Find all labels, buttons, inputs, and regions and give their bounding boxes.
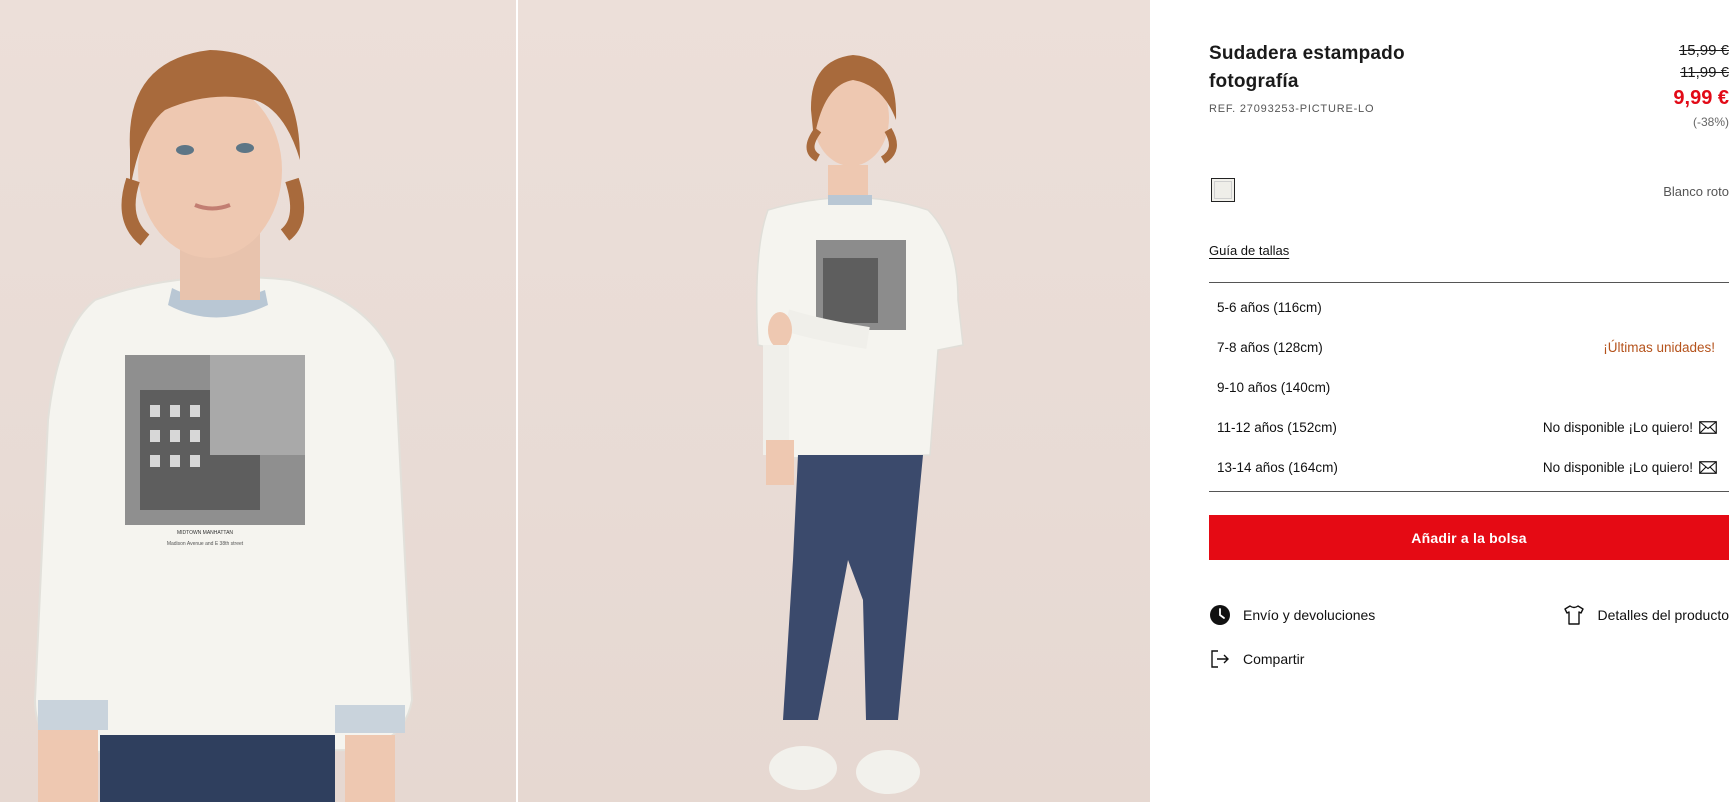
low-stock-note: ¡Últimas unidades! xyxy=(1603,339,1715,355)
product-reference: REF. 27093253-PICTURE-LO xyxy=(1209,103,1375,115)
svg-text:MIDTOWN MANHATTAN: MIDTOWN MANHATTAN xyxy=(177,530,233,536)
size-option-13-14[interactable]: 13-14 años (164cm) No disponible ¡Lo qui… xyxy=(1209,447,1729,487)
unavailable-note: No disponible ¡Lo quiero! xyxy=(1542,459,1693,475)
color-swatch-blanco-roto[interactable] xyxy=(1211,178,1235,202)
price-block: 15,99 € 11,99 € 9,99 € (-38%) xyxy=(1673,40,1729,131)
size-guide-link[interactable]: Guía de tallas xyxy=(1209,243,1289,258)
mail-icon xyxy=(1699,420,1717,434)
size-list: 5-6 años (116cm) 7-8 años (128cm) ¡Últim… xyxy=(1209,282,1729,492)
price-original: 15,99 € xyxy=(1678,42,1729,59)
price-current: 9,99 € xyxy=(1673,87,1729,109)
size-label: 13-14 años (164cm) xyxy=(1217,459,1338,475)
price-previous: 11,99 € xyxy=(1680,64,1729,81)
model-closeup-image: MIDTOWN MANHATTAN Madison Avenue and E 3… xyxy=(33,50,414,802)
product-details-link[interactable]: Detalles del producto xyxy=(1563,604,1729,626)
size-option-9-10[interactable]: 9-10 años (140cm) xyxy=(1209,367,1729,407)
size-label: 7-8 años (128cm) xyxy=(1217,339,1323,355)
size-option-11-12[interactable]: 11-12 años (152cm) No disponible ¡Lo qui… xyxy=(1209,407,1729,447)
product-title: Sudadera estampado fotografía xyxy=(1209,43,1405,92)
tshirt-icon xyxy=(1564,605,1585,625)
add-to-bag-button[interactable]: Añadir a la bolsa xyxy=(1209,515,1729,560)
product-gallery: MIDTOWN MANHATTAN Madison Avenue and E 3… xyxy=(0,0,1150,802)
product-photo-closeup[interactable]: MIDTOWN MANHATTAN Madison Avenue and E 3… xyxy=(0,0,517,802)
size-option-7-8[interactable]: 7-8 años (128cm) ¡Últimas unidades! xyxy=(1209,327,1729,367)
shipping-returns-label: Envío y devoluciones xyxy=(1243,607,1376,623)
discount-badge: (-38%) xyxy=(1692,115,1729,129)
mail-icon xyxy=(1699,460,1717,474)
size-label: 11-12 años (152cm) xyxy=(1217,419,1337,435)
size-label: 9-10 años (140cm) xyxy=(1217,379,1331,395)
notify-me-link[interactable]: No disponible ¡Lo quiero! xyxy=(1543,420,1717,435)
model-fullbody-image xyxy=(756,55,964,794)
size-label: 5-6 años (116cm) xyxy=(1217,299,1322,315)
shipping-returns-link[interactable]: Envío y devoluciones xyxy=(1209,604,1375,626)
swatch-fill xyxy=(1214,181,1232,199)
color-name: Blanco roto xyxy=(1663,184,1729,199)
notify-me-link[interactable]: No disponible ¡Lo quiero! xyxy=(1543,460,1717,475)
unavailable-note: No disponible ¡Lo quiero! xyxy=(1542,419,1693,435)
clock-icon xyxy=(1210,605,1230,625)
share-link[interactable]: Compartir xyxy=(1209,648,1304,670)
product-info-panel: Sudadera estampado fotografía REF. 27093… xyxy=(1209,0,1729,802)
share-label: Compartir xyxy=(1243,651,1305,667)
size-option-5-6[interactable]: 5-6 años (116cm) xyxy=(1209,287,1729,327)
share-icon xyxy=(1211,650,1229,668)
svg-text:Madison Avenue and E 38th stre: Madison Avenue and E 38th street xyxy=(167,541,244,547)
product-photo-fullbody[interactable] xyxy=(518,0,1150,802)
product-details-label: Detalles del producto xyxy=(1597,607,1729,623)
